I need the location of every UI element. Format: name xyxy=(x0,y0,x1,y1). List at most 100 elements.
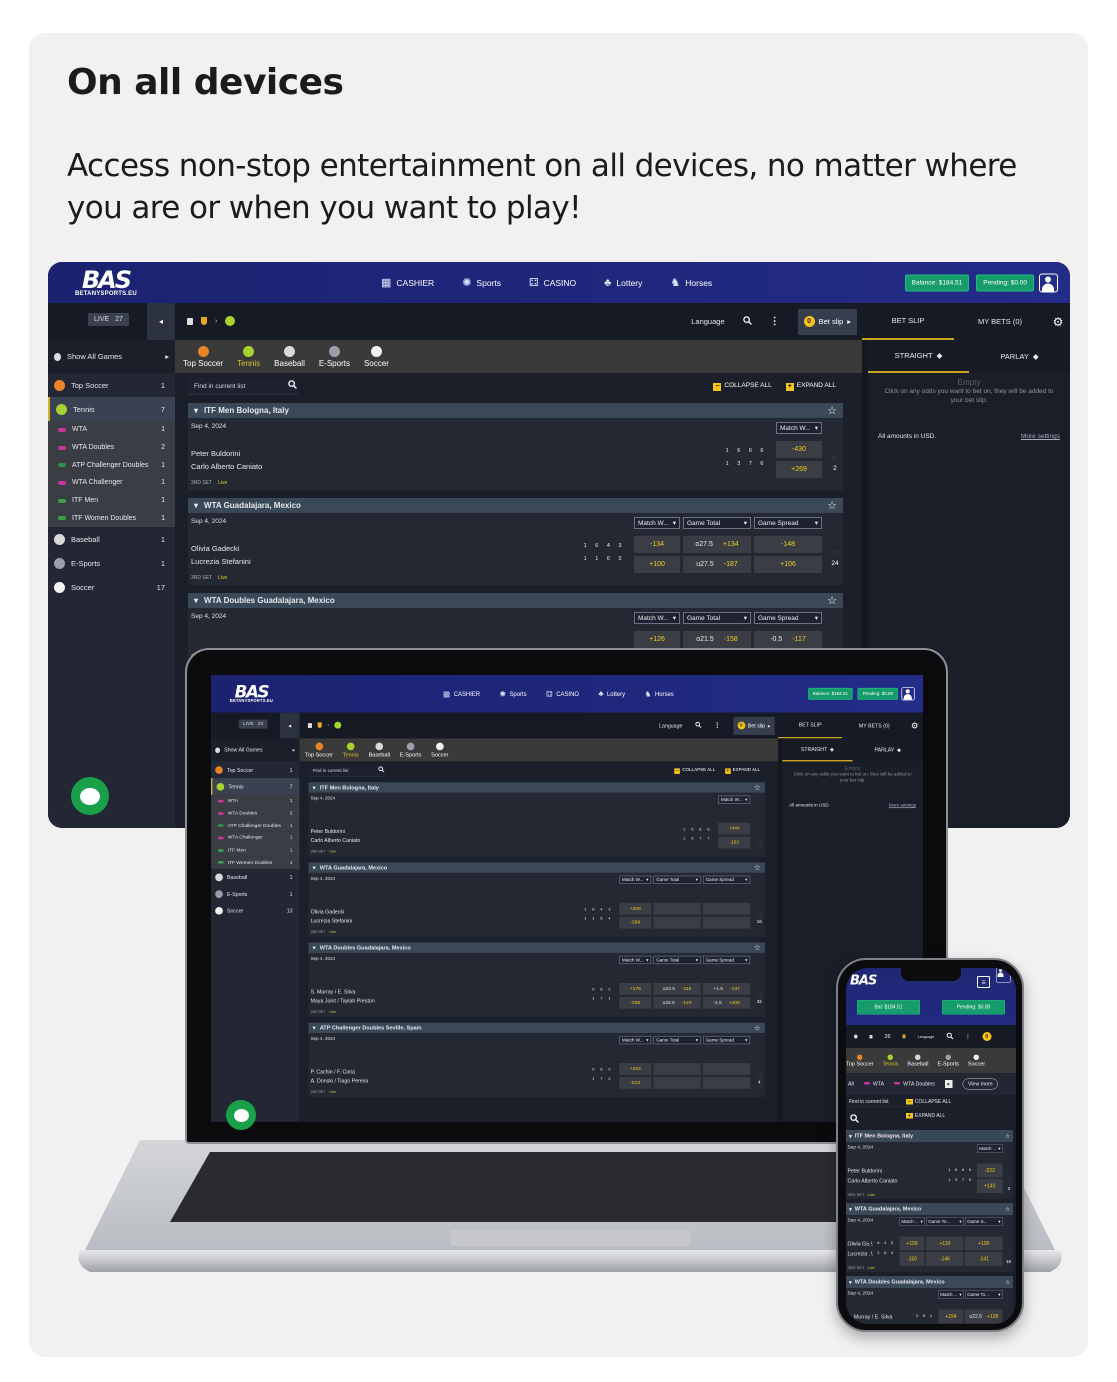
sidebar-item-baseball[interactable]: Baseball 1 xyxy=(48,527,175,551)
odds-button[interactable]: +106 xyxy=(754,556,822,573)
sidebar-item-baseball[interactable]: Baseball 1 xyxy=(211,869,299,886)
sport-tab-baseball[interactable]: Baseball xyxy=(907,1054,929,1067)
odds-button[interactable]: -141 xyxy=(965,1252,1003,1266)
odds-button[interactable] xyxy=(653,916,701,929)
nav-lottery[interactable]: ♣ Lottery xyxy=(604,277,642,289)
favorite-star-icon[interactable]: ☆ xyxy=(827,594,837,607)
sport-tab-top-soccer[interactable]: Top Soccer xyxy=(183,345,223,368)
league-header[interactable]: ▾ ITF Men Bologna, Italy ☆ xyxy=(846,1130,1013,1142)
user-account-icon[interactable] xyxy=(1039,273,1058,292)
odds-button[interactable]: -222 xyxy=(977,1163,1003,1178)
nav-casino[interactable]: ⚃ CASINO xyxy=(546,689,579,698)
odds-button[interactable]: o22.5 +128 xyxy=(965,1309,1003,1324)
favorite-star-icon[interactable]: ☆ xyxy=(754,783,761,792)
chevron-down-icon[interactable]: ▾ xyxy=(194,406,198,415)
odds-button[interactable] xyxy=(702,1063,751,1075)
search-icon[interactable] xyxy=(946,1032,954,1041)
filter-tab[interactable]: WTA Doubles xyxy=(894,1081,935,1087)
league-header[interactable]: ▾ WTA Doubles Guadalajara, Mexico ☆ xyxy=(188,593,843,608)
league-header[interactable]: ▾ ITF Men Bologna, Italy ☆ xyxy=(188,403,843,418)
search-icon[interactable] xyxy=(288,380,297,391)
sport-tab-soccer[interactable]: Soccer xyxy=(431,742,448,758)
chevron-down-icon[interactable]: ▾ xyxy=(194,596,198,605)
odds-button[interactable]: +209 xyxy=(619,902,652,915)
odds-button[interactable]: +1.5 -137 xyxy=(702,982,751,995)
favorite-star-icon[interactable]: ☆ xyxy=(1005,1206,1010,1212)
market-select[interactable]: Game Total ▾ xyxy=(683,612,751,624)
odds-button[interactable]: +100 xyxy=(965,1236,1003,1251)
sport-tab-tennis[interactable]: Tennis xyxy=(343,742,359,758)
league-header[interactable]: ▾ WTA Guadalajara, Mexico ☆ xyxy=(846,1203,1013,1215)
more-menu-icon[interactable]: ⋮ xyxy=(965,1034,970,1040)
live-count[interactable]: 26 xyxy=(885,1034,891,1040)
odds-button[interactable]: o27.5 +134 xyxy=(683,536,751,553)
league-header[interactable]: ▾ WTA Doubles Guadalajara, Mexico ☆ xyxy=(846,1276,1013,1288)
odds-button[interactable]: -148 xyxy=(754,536,822,553)
odds-button[interactable]: +444 xyxy=(718,822,751,835)
collapse-sidebar-button[interactable]: ◂ xyxy=(147,303,175,340)
more-settings-link[interactable]: More settings xyxy=(889,803,916,808)
market-select[interactable]: Game Spread ▾ xyxy=(702,955,751,965)
odds-button[interactable]: -0.5 -117 xyxy=(754,631,822,648)
sport-tab-e-sports[interactable]: E-Sports xyxy=(400,742,421,758)
sidebar-item-itf-men[interactable]: ITF Men 1 xyxy=(211,844,300,857)
league-header[interactable]: ▾ WTA Doubles Guadalajara, Mexico ☆ xyxy=(308,942,765,953)
market-select[interactable]: Match W... ▾ xyxy=(634,517,680,529)
search-icon[interactable] xyxy=(695,721,702,730)
tab-my-bets[interactable]: MY BETS (0) xyxy=(842,713,906,739)
language-selector[interactable]: Language xyxy=(659,722,682,728)
market-select[interactable]: Match W... ▾ xyxy=(619,875,652,885)
odds-button[interactable]: +109 xyxy=(899,1236,925,1251)
collapse-all-button[interactable]: − COLLAPSE ALL xyxy=(906,1099,951,1105)
stopwatch-icon[interactable] xyxy=(854,1034,858,1039)
market-select[interactable]: Match W... ▾ xyxy=(776,422,822,434)
nav-cashier[interactable]: ▦ CASHIER xyxy=(381,276,434,289)
filter-tab[interactable]: All xyxy=(848,1081,854,1087)
favorite-match-icon[interactable]: ☆ xyxy=(831,546,839,558)
collapse-all-button[interactable]: − COLLAPSE ALL xyxy=(713,382,772,391)
bet-slip-button[interactable]: 0 Bet slip ▸ xyxy=(797,308,857,335)
sidebar-item-wta-doubles[interactable]: WTA Doubles 2 xyxy=(48,438,175,457)
tab-straight[interactable]: STRAIGHT ◆ xyxy=(868,340,969,373)
odds-button[interactable]: +324 xyxy=(619,1063,652,1075)
show-all-games[interactable]: Show All Games ▸ xyxy=(211,738,300,762)
search-icon[interactable] xyxy=(850,1114,859,1125)
sidebar-item-atp-challenger-doubles[interactable]: ATP Challenger Doubles 1 xyxy=(48,456,175,475)
sport-tab-soccer[interactable]: Soccer xyxy=(968,1054,985,1067)
tab-parlay[interactable]: PARLAY ◆ xyxy=(853,738,923,761)
chat-button[interactable] xyxy=(71,777,109,815)
tennis-ball-icon[interactable] xyxy=(225,316,236,326)
nav-horses[interactable]: ♞ Horses xyxy=(645,689,674,698)
odds-button[interactable]: +154 xyxy=(938,1309,964,1324)
expand-all-button[interactable]: + EXPAND ALL xyxy=(724,768,760,774)
market-select[interactable]: Game Spread ▾ xyxy=(702,875,751,885)
sidebar-item-top-soccer[interactable]: Top Soccer 1 xyxy=(48,373,175,397)
odds-button[interactable]: -150 xyxy=(899,1252,925,1266)
language-selector[interactable]: Language xyxy=(691,317,724,326)
odds-button[interactable]: +176 xyxy=(619,982,652,995)
sidebar-item-wta-challenger[interactable]: WTA Challenger 1 xyxy=(48,474,175,492)
search-icon[interactable] xyxy=(378,766,385,774)
market-select[interactable]: Game To... ▾ xyxy=(965,1290,1003,1299)
calendar-icon[interactable] xyxy=(307,722,313,728)
league-header[interactable]: ▾ ITF Men Bologna, Italy ☆ xyxy=(308,782,765,793)
sidebar-item-wta-doubles[interactable]: WTA Doubles 2 xyxy=(211,807,300,820)
sidebar-item-wta[interactable]: WTA 1 xyxy=(48,421,175,439)
odds-button[interactable] xyxy=(653,902,701,915)
balance-button[interactable]: Bal: $184.51 xyxy=(857,1000,920,1015)
favorite-star-icon[interactable]: ☆ xyxy=(1005,1279,1010,1285)
favorite-star-icon[interactable]: ☆ xyxy=(1005,1133,1010,1139)
market-select[interactable]: Game Spread ▾ xyxy=(702,1035,751,1045)
market-select[interactable]: Match W... ▾ xyxy=(619,1035,652,1045)
favorite-match-icon[interactable]: ☆ xyxy=(831,451,839,463)
market-select[interactable]: Game Spread ▾ xyxy=(754,517,822,529)
more-markets-link[interactable]: ☆ 16 xyxy=(756,910,762,927)
nav-horses[interactable]: ♞ Horses xyxy=(670,276,712,289)
live-games-button[interactable]: LIVE 23 xyxy=(238,719,268,729)
player-name[interactable]: Olivia Gadecki xyxy=(311,907,353,916)
sidebar-item-itf-men[interactable]: ITF Men 1 xyxy=(48,491,175,510)
player-name[interactable]: Olivia Gadecki xyxy=(191,542,251,555)
odds-button[interactable]: u27.5 -187 xyxy=(683,556,751,573)
search-icon[interactable] xyxy=(742,316,752,327)
market-select[interactable]: Game To... ▾ xyxy=(926,1217,964,1226)
